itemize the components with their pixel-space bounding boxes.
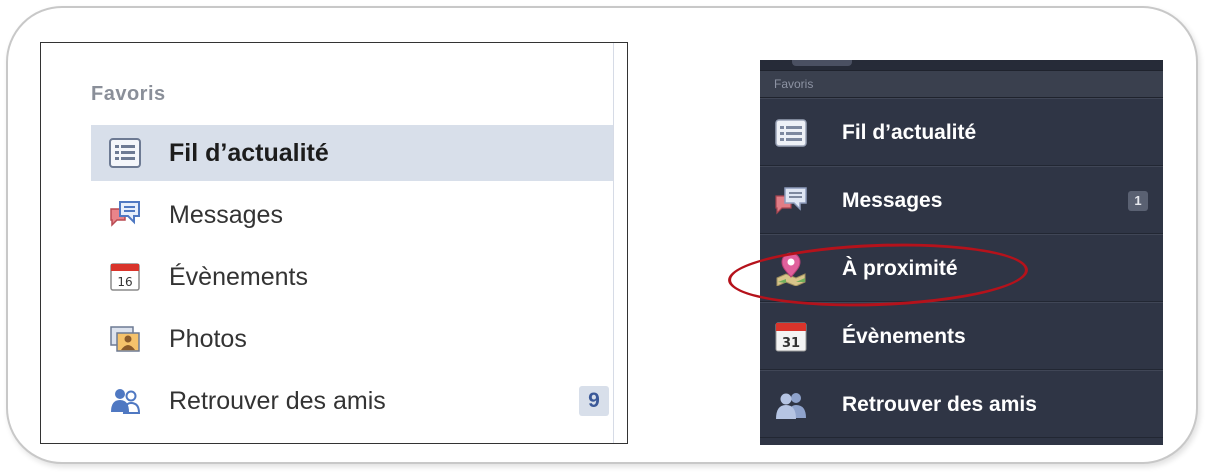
- divider: [613, 43, 614, 443]
- menu-item-events[interactable]: 31 Évènements: [760, 302, 1163, 370]
- menu-item-messages[interactable]: Messages 1: [760, 166, 1163, 234]
- header-tab: [792, 60, 852, 66]
- find-friends-icon: [111, 389, 141, 414]
- favorites-section-bar: Favoris: [760, 70, 1177, 98]
- sidebar-item-find-friends[interactable]: Retrouver des amis 9: [91, 373, 613, 429]
- favorites-header: Favoris: [774, 77, 814, 91]
- desktop-sidebar: Favoris Fil d’actualité Messages 16 Évèn…: [40, 42, 628, 444]
- sidebar-item-events[interactable]: 16 Évènements: [91, 249, 613, 305]
- sidebar-item-photos[interactable]: Photos: [91, 311, 613, 367]
- news-feed-icon: [775, 119, 807, 147]
- sidebar-item-messages[interactable]: Messages: [91, 187, 613, 243]
- notification-count-badge: 9: [579, 386, 609, 416]
- photos-icon: [110, 326, 140, 352]
- menu-top-edge: [760, 60, 1177, 70]
- calendar-icon: 31: [775, 322, 807, 352]
- svg-text:31: 31: [782, 336, 800, 351]
- messages-icon: [775, 187, 807, 215]
- menu-item-label: Fil d’actualité: [842, 121, 977, 144]
- menu-item-label: Retrouver des amis: [842, 393, 1037, 416]
- menu-item-label: Évènements: [842, 325, 966, 348]
- favorites-header: Favoris: [91, 83, 166, 105]
- messages-icon: [110, 201, 140, 227]
- menu-item-news-feed[interactable]: Fil d’actualité: [760, 98, 1163, 166]
- sidebar-item-label: Retrouver des amis: [169, 386, 386, 415]
- find-friends-icon: [776, 393, 806, 419]
- sidebar-item-label: Évènements: [169, 262, 308, 291]
- sidebar-item-label: Messages: [169, 200, 283, 229]
- menu-item-find-friends[interactable]: Retrouver des amis: [760, 370, 1163, 438]
- calendar-icon: 16: [110, 263, 140, 291]
- scrollbar-track[interactable]: [1163, 60, 1177, 445]
- news-feed-icon: [109, 138, 141, 168]
- notification-count-badge: 1: [1128, 191, 1148, 211]
- sidebar-item-label: Fil d’actualité: [169, 138, 329, 167]
- menu-item-label: Messages: [842, 189, 943, 212]
- sidebar-item-label: Photos: [169, 324, 247, 353]
- sidebar-item-news-feed[interactable]: Fil d’actualité: [91, 125, 613, 181]
- svg-text:16: 16: [117, 275, 132, 289]
